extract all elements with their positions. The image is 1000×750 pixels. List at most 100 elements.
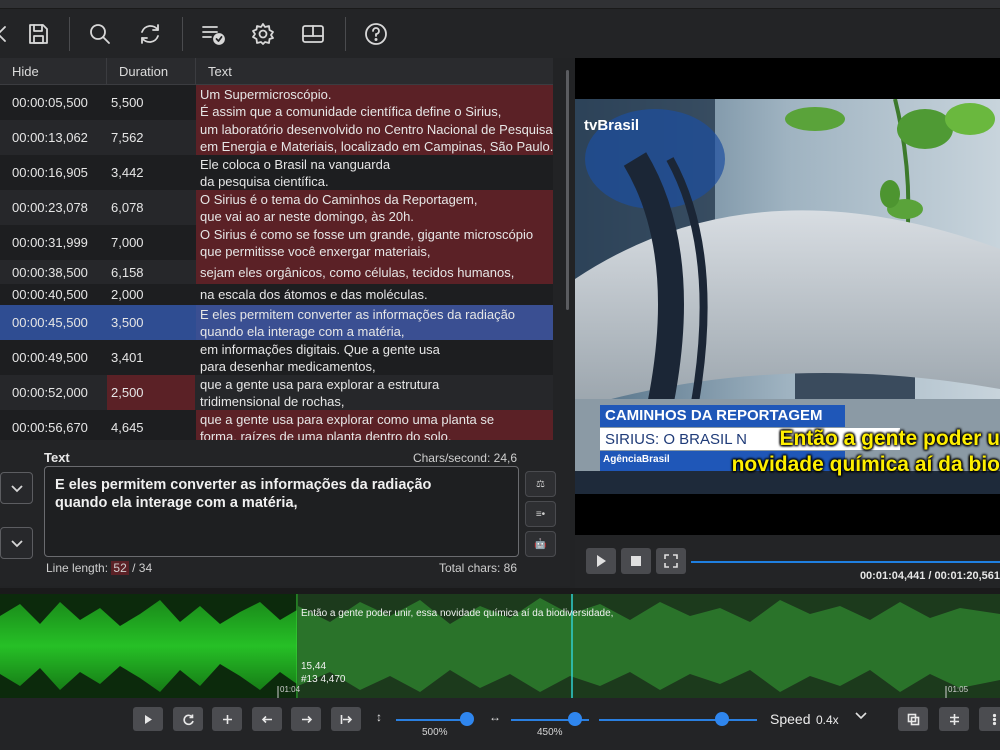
table-row[interactable]: 00:00:16,905 3,442 Ele coloca o Brasil n… bbox=[0, 155, 553, 190]
cell-duration: 5,500 bbox=[111, 95, 144, 110]
text-line-1: Um Supermicroscópio. bbox=[200, 86, 332, 102]
text-line-2: que vai ao ar neste domingo, às 20h. bbox=[200, 208, 414, 224]
center-icon bbox=[949, 713, 959, 725]
vertical-zoom-track[interactable] bbox=[396, 719, 467, 721]
text-line-2: forma, raízes de uma planta dentro do so… bbox=[200, 428, 452, 441]
column-header-duration[interactable]: Duration bbox=[107, 58, 196, 85]
table-row[interactable]: 00:00:13,062 7,562 um laboratório desenv… bbox=[0, 120, 553, 155]
stop-icon bbox=[631, 556, 641, 566]
text-editor-panel: Text Chars/second: 24,6 E eles permitem … bbox=[0, 440, 570, 586]
repeat-icon bbox=[182, 714, 194, 725]
text-line-1: que a gente usa para explorar como uma p… bbox=[200, 411, 495, 427]
text-label: Text bbox=[44, 450, 70, 465]
waveform-subtitle-text: Então a gente poder unir, essa novidade … bbox=[301, 608, 614, 619]
text-line-1: em informações digitais. Que a gente usa bbox=[200, 341, 440, 357]
table-row[interactable]: 00:00:31,999 7,000 O Sirius é como se fo… bbox=[0, 225, 553, 260]
table-row[interactable]: 00:00:52,000 2,500 que a gente usa para … bbox=[0, 375, 553, 410]
cell-duration: 2,500 bbox=[107, 375, 195, 410]
text-line-2: para desenhar medicamentos, bbox=[200, 358, 376, 374]
center-button[interactable] bbox=[939, 707, 969, 731]
cell-text: na escala dos átomos e das moléculas. bbox=[196, 284, 553, 305]
cell-hide: 00:00:38,500 bbox=[12, 264, 88, 280]
plus-icon bbox=[222, 714, 232, 724]
set-end-next-button[interactable] bbox=[331, 707, 361, 731]
subtitle-overlay: Então a gente poder u novidade química a… bbox=[732, 426, 1000, 478]
text-line-2: em Energia e Materiais, localizado em Ca… bbox=[200, 138, 553, 154]
speed-track[interactable] bbox=[599, 719, 757, 721]
more-icon bbox=[992, 713, 996, 725]
chevron-down-icon bbox=[10, 540, 23, 548]
horizontal-zoom-icon: ↔ bbox=[489, 710, 501, 724]
add-subtitle-button[interactable] bbox=[212, 707, 242, 731]
set-start-button[interactable] bbox=[252, 707, 282, 731]
arrow-right-icon bbox=[301, 715, 312, 723]
settings-icon[interactable] bbox=[250, 21, 276, 47]
cell-text: um laboratório desenvolvido no Centro Na… bbox=[196, 120, 553, 155]
column-header-hide[interactable]: Hide bbox=[0, 58, 107, 85]
cell-text: que a gente usa para explorar a estrutur… bbox=[196, 375, 553, 410]
refresh-icon[interactable] bbox=[137, 21, 163, 47]
more-button[interactable] bbox=[979, 707, 1000, 731]
cell-text: que a gente usa para explorar como uma p… bbox=[196, 410, 553, 440]
total-chars: Total chars: 86 bbox=[438, 561, 517, 575]
arrow-left-icon bbox=[261, 715, 272, 723]
window-title-strip bbox=[0, 0, 1000, 9]
vertical-zoom-icon: ↕ bbox=[376, 710, 382, 724]
search-icon[interactable] bbox=[87, 21, 113, 47]
player-controls: 00:01:04,441 / 00:01:20,561 bbox=[575, 535, 1000, 588]
save-icon[interactable] bbox=[25, 21, 51, 47]
text-input-line-1: E eles permitem converter as informações… bbox=[55, 477, 432, 493]
cell-hide: 00:00:16,905 bbox=[12, 165, 88, 180]
cell-text: sejam eles orgânicos, como células, teci… bbox=[196, 260, 553, 284]
cell-duration: 6,158 bbox=[111, 264, 144, 280]
set-end-button[interactable] bbox=[291, 707, 321, 731]
vertical-zoom-knob[interactable] bbox=[460, 712, 474, 726]
subtitle-text-input[interactable]: E eles permitem converter as informações… bbox=[44, 466, 519, 557]
grid-scrollbar[interactable] bbox=[566, 70, 569, 310]
table-row-selected[interactable]: 00:00:45,500 3,500 E eles permitem conve… bbox=[0, 305, 553, 340]
cell-text: O Sirius é o tema do Caminhos da Reporta… bbox=[196, 190, 553, 225]
table-row[interactable]: 00:00:05,500 5,500 Um Supermicroscópio. É… bbox=[0, 85, 553, 120]
copy-icon bbox=[907, 713, 919, 725]
cell-duration: 2,000 bbox=[111, 287, 144, 302]
table-row[interactable]: 00:00:56,670 4,645 que a gente usa para … bbox=[0, 410, 553, 440]
play-button[interactable] bbox=[586, 548, 616, 574]
banner-subtitle: SIRIUS: O BRASIL N bbox=[605, 431, 747, 448]
line-length-label: Line length: bbox=[46, 561, 109, 575]
chevron-down-icon[interactable] bbox=[854, 708, 868, 725]
seek-bar[interactable] bbox=[691, 561, 1000, 563]
repeat-button[interactable] bbox=[173, 707, 203, 731]
help-icon[interactable] bbox=[363, 21, 389, 47]
banner-title: CAMINHOS DA REPORTAGEM bbox=[605, 407, 823, 424]
waveform-duration: 15,44 bbox=[301, 661, 327, 672]
balance-icon[interactable]: ⚖ bbox=[525, 471, 556, 497]
previous-line-button[interactable] bbox=[0, 472, 33, 504]
stop-button[interactable] bbox=[621, 548, 651, 574]
spell-check-icon[interactable] bbox=[200, 21, 226, 47]
copy-button[interactable] bbox=[898, 707, 928, 731]
layout-icon[interactable] bbox=[300, 21, 326, 47]
table-row[interactable]: 00:00:23,078 6,078 O Sirius é o tema do … bbox=[0, 190, 553, 225]
split-lines-icon[interactable]: ≡• bbox=[525, 501, 556, 527]
subtitle-overlay-line-1: Então a gente poder u bbox=[779, 427, 1000, 450]
play-selection-button[interactable] bbox=[133, 707, 163, 731]
speed-value[interactable]: 0.4x bbox=[816, 713, 839, 727]
column-header-text[interactable]: Text bbox=[196, 58, 553, 85]
table-row[interactable]: 00:00:38,500 6,158 sejam eles orgânicos,… bbox=[0, 260, 553, 284]
table-row[interactable]: 00:00:40,500 2,000 na escala dos átomos … bbox=[0, 284, 553, 305]
text-line-1: Ele coloca o Brasil na vanguarda bbox=[200, 156, 391, 172]
video-player[interactable]: tvBrasil CAMINHOS DA REPORTAGEM SIRIUS: … bbox=[575, 58, 1000, 535]
horizontal-zoom-knob[interactable] bbox=[568, 712, 582, 726]
text-line-1: O Sirius é como se fosse um grande, giga… bbox=[200, 226, 534, 242]
audio-waveform[interactable]: Então a gente poder unir, essa novidade … bbox=[0, 588, 1000, 698]
next-line-button[interactable] bbox=[0, 527, 33, 559]
robot-icon[interactable]: 🤖 bbox=[525, 531, 556, 557]
text-line-2: quando ela interage com a matéria, bbox=[200, 323, 405, 339]
table-row[interactable]: 00:00:49,500 3,401 em informações digita… bbox=[0, 340, 553, 375]
subtitle-grid: Hide Duration Text 00:00:05,500 5,500 Um… bbox=[0, 58, 553, 440]
fullscreen-button[interactable] bbox=[656, 548, 686, 574]
back-icon[interactable] bbox=[0, 21, 14, 47]
horizontal-zoom-label: 450% bbox=[537, 727, 563, 738]
cell-hide: 00:00:49,500 bbox=[12, 350, 88, 365]
speed-knob[interactable] bbox=[715, 712, 729, 726]
